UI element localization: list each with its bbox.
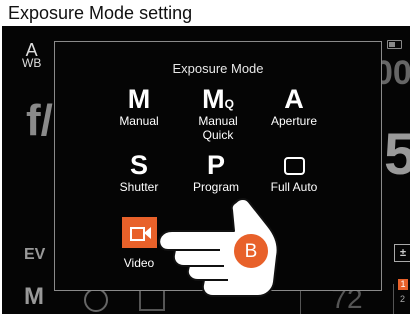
manual-quick-sub: Q <box>224 97 234 111</box>
mode-aperture[interactable]: A Aperture <box>254 85 334 128</box>
rounded-square-icon <box>283 157 305 175</box>
video-camera-lens <box>143 227 151 239</box>
mode-indicator: M <box>24 283 44 310</box>
shutter-symbol: S <box>129 150 148 180</box>
mode-manual-quick[interactable]: MQ Manual Quick <box>178 85 258 142</box>
ev-label: EV <box>24 246 46 263</box>
callout-badge-b: B <box>233 233 269 269</box>
awb-indicator: A WB <box>22 41 42 70</box>
dialog-title: Exposure Mode <box>172 61 264 76</box>
manual-label: Manual <box>119 114 159 128</box>
battery-icon <box>387 40 402 49</box>
full-auto-symbol <box>254 151 334 179</box>
badge-bottom: 2 <box>400 294 406 304</box>
aperture-label: Aperture <box>270 114 318 128</box>
video-camera-icon <box>121 217 157 248</box>
mode-manual[interactable]: M Manual <box>99 85 179 128</box>
program-label: Program <box>192 180 239 194</box>
program-symbol: P <box>206 150 225 180</box>
awb-wb: WB <box>22 56 42 70</box>
manual-quick-letter: M <box>202 84 225 114</box>
circle-icon <box>84 288 108 312</box>
manual-symbol: M <box>127 84 151 114</box>
top-caption: Exposure Mode setting <box>8 3 193 23</box>
aperture-symbol: A <box>284 84 304 114</box>
exposure-compensation-icon: ± <box>394 244 410 262</box>
badge-top: 1 <box>398 279 408 290</box>
fstop-label: f/ <box>26 96 53 145</box>
full-auto-label: Full Auto <box>270 180 318 194</box>
mode-shutter[interactable]: S Shutter <box>99 151 179 194</box>
video-camera-body <box>129 227 145 241</box>
manual-quick-symbol: MQ <box>178 85 258 113</box>
mode-program[interactable]: P Program <box>176 151 256 194</box>
mode-full-auto[interactable]: Full Auto <box>254 151 334 194</box>
manual-quick-label: Manual Quick <box>198 114 238 142</box>
shutter-label: Shutter <box>119 180 159 194</box>
bg-right-digit: 5 <box>384 122 410 187</box>
